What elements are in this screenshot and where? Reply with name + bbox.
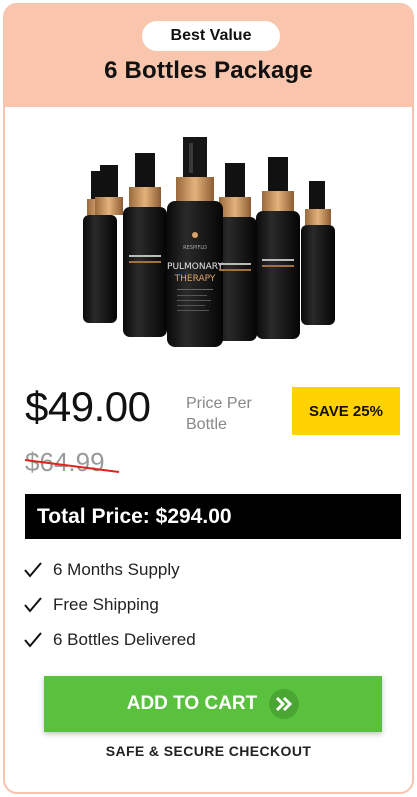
brand-text: RESPIFLO [183, 245, 207, 251]
checkmark-icon [24, 596, 42, 613]
checkmark-icon [24, 561, 42, 578]
bottle-mid-left [123, 153, 167, 337]
package-title: 6 Bottles Package [104, 57, 313, 84]
feature-item: 6 Months Supply [23, 552, 196, 587]
label-line1: PULMONARY [167, 262, 223, 272]
strikethrough-line [24, 459, 120, 473]
checkmark-icon [24, 631, 42, 648]
package-card: Best Value 6 Bottles Package RESPIFLO PU… [3, 3, 414, 794]
bottle-back-right [301, 181, 335, 325]
add-to-cart-label: ADD TO CART [126, 693, 258, 714]
feature-label: 6 Months Supply [53, 559, 180, 579]
price-per-bottle-label: Price Per Bottle [186, 395, 252, 433]
feature-list: 6 Months Supply Free Shipping 6 Bottles … [23, 552, 196, 657]
secure-checkout-text: SAFE & SECURE CHECKOUT [105, 743, 312, 759]
card-header: Best Value 6 Bottles Package [5, 5, 412, 107]
double-chevron-right-icon [269, 689, 300, 719]
feature-label: 6 Bottles Delivered [53, 629, 196, 649]
bottle-mid-right [256, 157, 300, 339]
price-per-bottle: $49.00 [25, 383, 151, 430]
six-bottles-image: RESPIFLO PULMONARY THERAPY [83, 137, 335, 347]
best-value-badge: Best Value [142, 21, 280, 51]
bottle-front-center: RESPIFLO PULMONARY THERAPY [167, 137, 223, 347]
add-to-cart-button[interactable]: ADD TO CART [44, 676, 382, 732]
feature-label: Free Shipping [53, 594, 159, 614]
label-line2: THERAPY [174, 274, 216, 284]
save-badge: SAVE 25% [292, 387, 400, 435]
total-price-bar: Total Price: $294.00 [25, 494, 401, 539]
feature-item: Free Shipping [23, 587, 196, 622]
feature-item: 6 Bottles Delivered [23, 622, 196, 657]
